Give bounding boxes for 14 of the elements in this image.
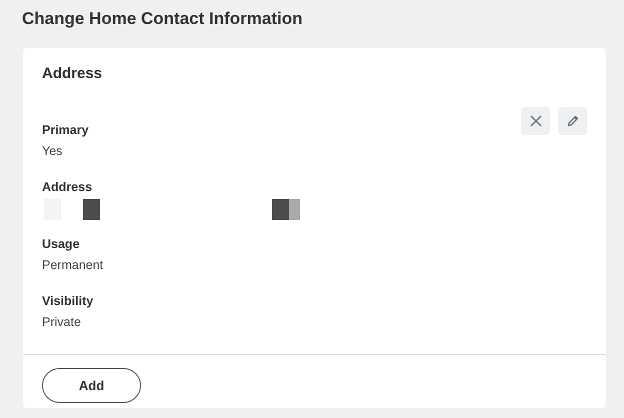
field-value: Private: [42, 314, 82, 330]
close-icon: [528, 114, 542, 128]
close-button[interactable]: [521, 107, 550, 135]
field-value: Yes: [42, 143, 64, 159]
page-title: Change Home Contact Information: [22, 9, 304, 30]
add-button[interactable]: Add: [42, 368, 141, 403]
field-label: Address: [42, 179, 94, 195]
card-title: Address: [42, 65, 102, 83]
field-label: Visibility: [42, 293, 94, 309]
field-value: Permanent: [42, 257, 104, 273]
edit-button[interactable]: [558, 107, 587, 135]
field-label: Usage: [42, 236, 81, 252]
pencil-icon: [566, 114, 580, 128]
field-label: Primary: [42, 122, 90, 138]
